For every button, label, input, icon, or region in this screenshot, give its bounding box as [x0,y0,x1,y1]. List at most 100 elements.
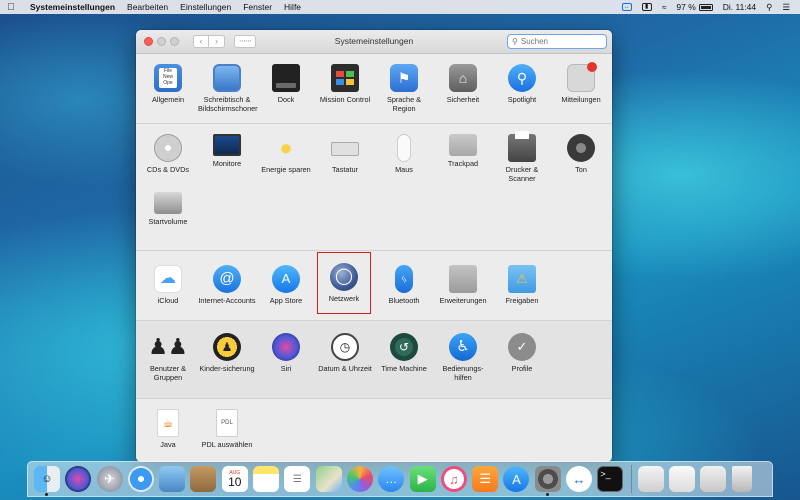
pane-freigaben[interactable]: ⚠ Freigaben [493,265,551,306]
menu-bearbeiten[interactable]: Bearbeiten [127,2,168,12]
teamviewer-dock-icon[interactable]: ↔ [566,466,593,492]
pane-label: Sicherheit [446,95,480,104]
pane-kindersicherung[interactable]: ♟ Kinder-sicherung [198,333,256,374]
pane-label: Allgemein [151,95,185,104]
pane-icloud[interactable]: ☁ iCloud [139,265,197,306]
pane-label: Time Machine [381,364,427,373]
magnifier-icon: ⚲ [508,64,536,92]
pane-app-store[interactable]: A App Store [257,265,315,306]
search-field[interactable]: ⚲ [507,34,607,49]
zoom-button[interactable] [170,37,179,46]
facetime-icon[interactable]: ▶ [409,466,436,492]
pane-allgemein[interactable]: File New Ope Allgemein [139,64,197,105]
search-input[interactable] [520,37,601,46]
trash-icon[interactable] [731,466,752,492]
pane-internet-accounts[interactable]: @ Internet-Accounts [198,265,256,306]
pane-label: Benutzer & Gruppen [149,364,187,382]
minimize-button[interactable] [157,37,166,46]
pane-java[interactable]: ☕ Java [139,409,197,450]
pane-label: Trackpad [447,159,479,168]
teamviewer-status-icon[interactable]: ↔ [621,3,632,11]
close-button[interactable] [144,37,153,46]
pane-label: Bluetooth [388,296,420,305]
input-source-icon[interactable]: ▮ [641,3,652,11]
system-preferences-dock-icon[interactable] [534,466,561,496]
pane-mission-control[interactable]: Mission Control [316,64,374,105]
pane-netzwerk[interactable]: ◯ Netzwerk [317,252,371,314]
maps-icon[interactable] [315,466,342,492]
pane-ton[interactable]: Ton [552,134,610,175]
pane-dock[interactable]: Dock [257,64,315,105]
pane-benutzer-gruppen[interactable]: ♟♟ Benutzer & Gruppen [139,333,197,382]
pane-label: Mission Control [319,95,371,104]
pane-bluetooth[interactable]: ᛃ Bluetooth [375,265,433,306]
menu-app-name[interactable]: Systemeinstellungen [30,2,115,12]
pane-schreibtisch[interactable]: Schreibtisch & Bildschirmschoner [198,64,258,113]
screenshots-stack-icon[interactable] [700,466,727,492]
appstore-dock-icon[interactable]: A [503,466,530,492]
pane-label: Schreibtisch & Bildschirmschoner [198,95,258,113]
back-button[interactable]: ‹ [193,35,209,48]
pane-energie-sparen[interactable]: ● Energie sparen [257,134,315,175]
pane-time-machine[interactable]: ↺ Time Machine [375,333,433,374]
apple-menu-icon[interactable]:  [6,2,16,13]
pane-label: Siri [280,364,292,373]
trackpad-icon [449,134,477,156]
contacts-icon[interactable] [190,466,217,492]
pane-bedienungshilfen[interactable]: ♿ Bedienungs-hilfen [434,333,492,382]
terminal-icon[interactable]: >_ [597,466,624,492]
notes-icon[interactable] [253,466,280,492]
documents-stack-icon[interactable] [668,466,695,492]
pane-sprache-region[interactable]: ⚑ Sprache & Region [375,64,433,113]
accessibility-icon: ♿ [449,333,477,361]
pane-drucker-scanner[interactable]: Drucker & Scanner [493,131,551,183]
pane-monitore[interactable]: Monitore [198,134,256,169]
pane-erweiterungen[interactable]: Erweiterungen [434,265,492,306]
reminders-icon[interactable]: ☰ [284,466,311,492]
menu-hilfe[interactable]: Hilfe [284,2,301,12]
siri-dock-icon[interactable] [65,466,92,492]
pane-profile[interactable]: ✓ Profile [493,333,551,374]
speaker-icon [567,134,595,162]
pane-maus[interactable]: Maus [375,134,433,175]
finder-icon[interactable]: ☺ [34,466,60,496]
pane-sicherheit[interactable]: ⌂ Sicherheit [434,64,492,105]
messages-icon[interactable]: … [378,466,405,492]
clock[interactable]: Di. 11:44 [723,2,756,12]
forward-button[interactable]: › [209,35,225,48]
pane-tastatur[interactable]: Tastatur [316,134,374,175]
photos-icon[interactable] [346,466,373,492]
pane-datum-uhrzeit[interactable]: ◷ Datum & Uhrzeit [316,333,374,374]
dock: ☺ ✈ AUG 10 ☰ … ▶ ♫ ☰ A ↔ >_ [27,461,773,497]
pane-label: App Store [269,296,303,305]
safari-icon[interactable] [127,466,154,492]
battery-status[interactable]: 97 % [676,2,713,12]
launchpad-icon[interactable]: ✈ [96,466,123,492]
menu-bar:  Systemeinstellungen Bearbeiten Einstel… [0,0,800,14]
downloads-stack-icon[interactable] [637,466,664,492]
mail-photo-icon[interactable] [159,466,186,492]
pane-label: Erweiterungen [439,296,487,305]
spotlight-menu-icon[interactable]: ⚲ [766,2,772,13]
wifi-icon[interactable]: ≈ [662,2,667,12]
ibooks-icon[interactable]: ☰ [472,466,499,492]
search-icon: ⚲ [512,37,518,46]
pane-siri[interactable]: Siri [257,333,315,374]
siri-icon [272,333,300,361]
pane-pdl-auswaehlen[interactable]: PDL PDL auswählen [198,409,256,450]
battery-icon [698,3,713,11]
menu-fenster[interactable]: Fenster [243,2,272,12]
notifications-icon [567,62,597,92]
pane-label: iCloud [157,296,179,305]
pane-label: Kinder-sicherung [199,364,255,373]
pane-spotlight[interactable]: ⚲ Spotlight [493,64,551,105]
pane-startvolume[interactable]: Startvolume [139,192,197,227]
itunes-icon[interactable]: ♫ [440,466,467,492]
notification-center-icon[interactable]: ☰ [782,2,790,13]
pane-cds-dvds[interactable]: CDs & DVDs [139,134,197,175]
calendar-icon[interactable]: AUG 10 [221,466,248,492]
show-all-grid-button[interactable]: ⋯⋯ [234,35,256,48]
pane-mitteilungen[interactable]: Mitteilungen [552,62,610,105]
menu-einstellungen[interactable]: Einstellungen [180,2,231,12]
pane-trackpad[interactable]: Trackpad [434,134,492,169]
